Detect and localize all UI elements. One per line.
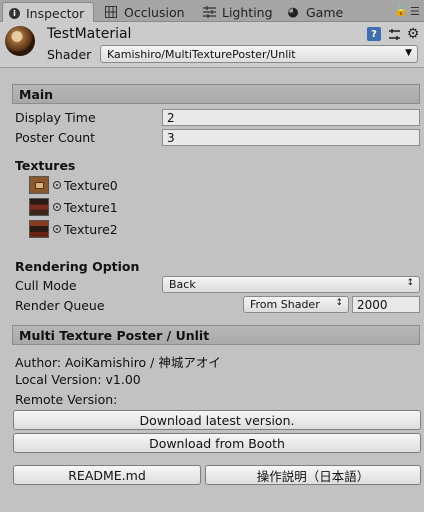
- menu-icon[interactable]: ☰: [410, 5, 420, 18]
- author-text: Author: AoiKamishiro / 神城アオイ: [15, 355, 221, 370]
- section-title: Multi Texture Poster / Unlit: [19, 328, 210, 343]
- object-picker-icon[interactable]: [53, 203, 61, 211]
- section-about[interactable]: Multi Texture Poster / Unlit: [12, 325, 420, 345]
- download-booth-button[interactable]: Download from Booth: [13, 433, 421, 453]
- tab-label: Occlusion: [124, 4, 185, 20]
- display-time-field[interactable]: 2: [162, 109, 420, 126]
- texture-slot-label: Texture0: [64, 178, 118, 193]
- section-title: Main: [19, 87, 54, 102]
- tab-game[interactable]: ◕ Game: [280, 2, 350, 22]
- texture-thumbnail[interactable]: [29, 176, 49, 194]
- tab-label: Game: [306, 4, 344, 20]
- object-picker-icon[interactable]: [53, 225, 61, 233]
- poster-count-field[interactable]: 3: [162, 129, 420, 146]
- textures-heading: Textures: [15, 158, 76, 173]
- game-icon: ◕: [287, 4, 299, 20]
- cull-mode-dropdown[interactable]: Back ↕: [162, 276, 420, 293]
- render-queue-field[interactable]: 2000: [352, 296, 420, 313]
- texture-thumbnail[interactable]: [29, 220, 49, 238]
- tab-bar: i Inspector Occlusion Lighting ◕ Game 🔒 …: [0, 0, 424, 23]
- occlusion-icon: [104, 5, 118, 19]
- shader-label: Shader: [47, 47, 92, 62]
- remote-version-text: Remote Version:: [15, 392, 118, 407]
- poster-count-label: Poster Count: [15, 130, 96, 145]
- lighting-icon: [202, 5, 216, 19]
- render-queue-source-dropdown[interactable]: From Shader ↕: [243, 296, 349, 313]
- render-queue-source-value: From Shader: [250, 298, 320, 311]
- download-latest-button[interactable]: Download latest version.: [13, 410, 421, 430]
- manual-jp-button[interactable]: 操作説明（日本語）: [205, 465, 421, 485]
- cull-mode-label: Cull Mode: [15, 278, 77, 293]
- cull-mode-value: Back: [169, 278, 196, 291]
- object-picker-icon[interactable]: [53, 181, 61, 189]
- shader-value: Kamishiro/MultiTexturePoster/Unlit: [107, 48, 296, 61]
- preset-icon[interactable]: [387, 27, 401, 41]
- material-name: TestMaterial: [47, 26, 132, 42]
- section-main[interactable]: Main: [12, 84, 420, 104]
- chevron-down-icon: ▼: [405, 48, 412, 58]
- material-preview-icon: [5, 26, 35, 56]
- gear-icon[interactable]: ⚙: [406, 26, 420, 42]
- help-icon[interactable]: ?: [367, 27, 381, 41]
- rendering-option-heading: Rendering Option: [15, 259, 140, 274]
- tab-label: Lighting: [222, 4, 273, 20]
- chevron-updown-icon: ↕: [406, 278, 414, 288]
- texture-slot-label: Texture2: [64, 222, 118, 237]
- tab-occlusion[interactable]: Occlusion: [98, 2, 194, 22]
- texture-slot-label: Texture1: [64, 200, 118, 215]
- tab-lighting[interactable]: Lighting: [196, 2, 278, 22]
- display-time-label: Display Time: [15, 110, 96, 125]
- chevron-updown-icon: ↕: [335, 298, 343, 308]
- info-icon: i: [9, 7, 20, 19]
- tab-inspector[interactable]: i Inspector: [2, 2, 94, 23]
- tab-label: Inspector: [26, 5, 85, 21]
- texture-thumbnail[interactable]: [29, 198, 49, 216]
- local-version-text: Local Version: v1.00: [15, 372, 141, 387]
- shader-dropdown[interactable]: Kamishiro/MultiTexturePoster/Unlit ▼: [100, 45, 418, 63]
- readme-button[interactable]: README.md: [13, 465, 201, 485]
- render-queue-label: Render Queue: [15, 298, 105, 313]
- lock-icon[interactable]: 🔒: [394, 4, 408, 17]
